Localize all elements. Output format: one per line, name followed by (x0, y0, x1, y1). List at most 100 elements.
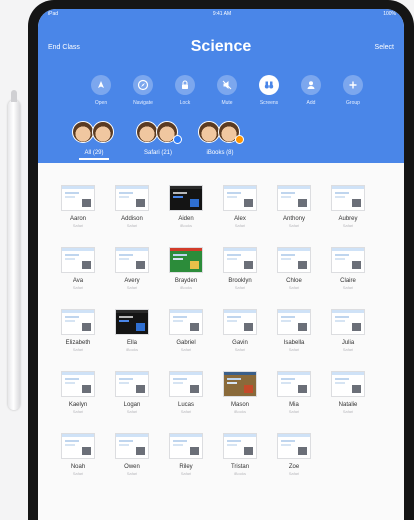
navigate-button[interactable]: Navigate (120, 75, 166, 106)
student-tile[interactable]: Julia Safari (322, 309, 374, 371)
student-tile[interactable]: Gavin Safari (214, 309, 266, 371)
student-name: Addison (121, 216, 143, 222)
student-tile[interactable]: Claire Safari (322, 247, 374, 309)
student-name: Owen (124, 464, 140, 470)
student-name: Aubrey (338, 216, 358, 222)
screen-thumbnail (331, 309, 365, 335)
student-tile[interactable]: Addison Safari (106, 185, 158, 247)
student-app: Safari (72, 409, 84, 414)
ipad-device: iPad 9:41 AM 100% End Class Science Sele… (28, 0, 414, 520)
group-safari[interactable]: Safari (21) (126, 121, 190, 161)
lock-icon (175, 75, 195, 95)
avatar (72, 121, 94, 143)
student-app: Safari (288, 409, 300, 414)
student-tile[interactable]: Mason iBooks (214, 371, 266, 433)
screens-button[interactable]: Screens (246, 75, 292, 106)
lock-button[interactable]: Lock (162, 75, 208, 106)
screen-thumbnail (277, 185, 311, 211)
student-tile[interactable]: Kaelyn Safari (52, 371, 104, 433)
group-avatars (68, 121, 120, 147)
screen-thumbnail (115, 185, 149, 211)
student-app: iBooks (179, 223, 192, 228)
screen-thumbnail (115, 371, 149, 397)
student-app: Safari (288, 223, 300, 228)
screen-thumbnail (61, 185, 95, 211)
open-label: Open (94, 100, 108, 106)
student-tile[interactable]: Isabella Safari (268, 309, 320, 371)
student-tile[interactable]: Ava Safari (52, 247, 104, 309)
student-name: Ella (126, 340, 137, 346)
lock-label: Lock (179, 100, 191, 106)
screen-thumbnail (331, 185, 365, 211)
screen-thumbnail (331, 247, 365, 273)
screen-thumbnail (115, 247, 149, 273)
open-button[interactable]: Open (78, 75, 124, 106)
student-tile[interactable]: Brayden iBooks (160, 247, 212, 309)
student-tile[interactable]: Riley Safari (160, 433, 212, 495)
screen-thumbnail (331, 371, 365, 397)
student-tile[interactable]: Elizabeth Safari (52, 309, 104, 371)
screen-thumbnail (277, 371, 311, 397)
student-tile[interactable]: Mia Safari (268, 371, 320, 433)
group-all[interactable]: All (29) (62, 121, 126, 161)
binoculars-icon (259, 75, 279, 95)
student-tile[interactable]: Aubrey Safari (322, 185, 374, 247)
screen-thumbnail (61, 371, 95, 397)
student-tile[interactable]: Logan Safari (106, 371, 158, 433)
student-app: Safari (342, 347, 354, 352)
student-app: Safari (126, 471, 138, 476)
student-tile[interactable]: Alex Safari (214, 185, 266, 247)
mute-button[interactable]: Mute (204, 75, 250, 106)
student-tile[interactable]: Natalie Safari (322, 371, 374, 433)
student-app: Safari (342, 285, 354, 290)
student-tile[interactable]: Noah Safari (52, 433, 104, 495)
student-app: Safari (342, 223, 354, 228)
group-ibooks[interactable]: iBooks (8) (188, 121, 252, 161)
student-tile[interactable]: Anthony Safari (268, 185, 320, 247)
student-tile[interactable]: Tristan iBooks (214, 433, 266, 495)
student-tile[interactable]: Aiden iBooks (160, 185, 212, 247)
student-tile[interactable]: Gabriel Safari (160, 309, 212, 371)
student-app: Safari (180, 347, 192, 352)
add-button[interactable]: Add (288, 75, 334, 106)
navigate-label: Navigate (133, 100, 153, 106)
student-tile[interactable]: Ella iBooks (106, 309, 158, 371)
select-button[interactable]: Select (375, 44, 394, 51)
apple-pencil (8, 90, 20, 410)
screen-thumbnail (115, 433, 149, 459)
group-safari-label: Safari (21) (143, 150, 172, 156)
status-battery: 100% (383, 11, 396, 17)
student-tile[interactable]: Chloe Safari (268, 247, 320, 309)
student-name: Aiden (178, 216, 194, 222)
student-app: Safari (288, 347, 300, 352)
student-name: Anthony (282, 216, 306, 222)
student-app: Safari (72, 471, 84, 476)
student-name: Riley (179, 464, 193, 470)
student-name: Kaelyn (68, 402, 88, 408)
student-tile[interactable]: Aaron Safari (52, 185, 104, 247)
student-name: Mason (230, 402, 249, 408)
classroom-header: iPad 9:41 AM 100% End Class Science Sele… (38, 9, 404, 163)
student-tile[interactable]: Lucas Safari (160, 371, 212, 433)
student-tile[interactable]: Owen Safari (106, 433, 158, 495)
mute-icon (217, 75, 237, 95)
group-button[interactable]: Group (330, 75, 376, 106)
student-name: Brooklyn (228, 278, 252, 284)
student-name: Gavin (232, 340, 248, 346)
student-name: Alex (234, 216, 246, 222)
student-app: iBooks (233, 409, 246, 414)
student-tile[interactable]: Avery Safari (106, 247, 158, 309)
screen-thumbnail (169, 247, 203, 273)
screen-thumbnail (277, 309, 311, 335)
student-app: Safari (72, 223, 84, 228)
student-app: iBooks (125, 347, 138, 352)
screen-thumbnail (223, 433, 257, 459)
ipad-screen: iPad 9:41 AM 100% End Class Science Sele… (38, 9, 404, 520)
student-tile[interactable]: Zoe Safari (268, 433, 320, 495)
student-name: Natalie (338, 402, 358, 408)
page-title: Science (190, 38, 252, 55)
student-app: Safari (342, 409, 354, 414)
student-name: Elizabeth (65, 340, 91, 346)
student-app: Safari (72, 285, 84, 290)
student-tile[interactable]: Brooklyn Safari (214, 247, 266, 309)
